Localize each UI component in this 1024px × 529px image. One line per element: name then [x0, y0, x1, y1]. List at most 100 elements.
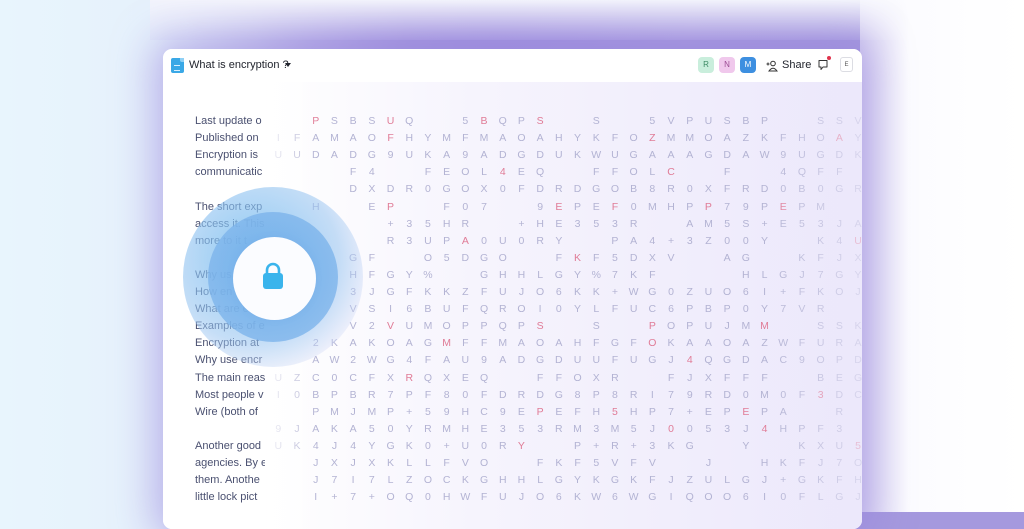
- editor-badge[interactable]: E: [840, 57, 853, 72]
- cipher-char: B: [480, 115, 488, 127]
- avatar[interactable]: R: [698, 57, 714, 73]
- cipher-char: 5: [368, 422, 375, 435]
- comment-icon[interactable]: [818, 59, 830, 71]
- cipher-char: 7: [836, 457, 843, 469]
- cipher-char: F: [368, 268, 376, 281]
- avatar[interactable]: M: [740, 57, 756, 73]
- cipher-char: H: [667, 200, 675, 213]
- avatar[interactable]: N: [719, 57, 735, 73]
- cipher-char: F: [368, 251, 376, 264]
- cipher-char: F: [593, 251, 600, 264]
- cipher-char: B: [742, 115, 750, 127]
- cipher-char: R: [536, 234, 544, 247]
- share-button[interactable]: Share: [782, 59, 811, 71]
- cipher-char: O: [723, 337, 732, 350]
- cipher-char: R: [405, 183, 414, 196]
- cipher-char: L: [387, 474, 394, 487]
- cipher-char: K: [798, 439, 806, 452]
- cipher-char: Z: [742, 132, 750, 145]
- cipher-char: 7: [668, 388, 674, 401]
- cipher-char: K: [817, 286, 825, 298]
- cipher-char: 0: [630, 200, 637, 213]
- cipher-char: A: [480, 149, 488, 162]
- cipher-char: Y: [405, 268, 413, 281]
- cipher-char: K: [854, 320, 862, 333]
- cipher-char: U: [611, 149, 619, 162]
- cipher-char: F: [649, 474, 656, 487]
- cipher-char: O: [536, 491, 545, 504]
- cipher-char: U: [461, 354, 470, 367]
- cipher-char: P: [574, 439, 582, 452]
- add-user-icon[interactable]: [766, 60, 778, 72]
- cipher-char: 6: [406, 303, 413, 316]
- text-line: them. Anothe: [195, 474, 260, 487]
- chevron-down-icon[interactable]: [285, 63, 291, 67]
- cipher-char: 3: [593, 422, 600, 435]
- cipher-char: I: [314, 491, 318, 504]
- cipher-char: V: [648, 457, 656, 469]
- cipher-char: K: [293, 439, 301, 452]
- cipher-char: A: [630, 234, 638, 247]
- cipher-char: 3: [499, 422, 506, 435]
- cipher-char: A: [686, 337, 694, 350]
- cipher-char: F: [798, 337, 806, 350]
- cipher-char: L: [425, 457, 431, 469]
- cipher-char: J: [743, 422, 749, 435]
- cipher-char: +: [406, 405, 413, 418]
- cipher-char: X: [330, 457, 338, 469]
- cipher-char: S: [368, 115, 376, 127]
- cipher-char: U: [442, 303, 451, 316]
- cipher-char: P: [723, 303, 731, 316]
- cipher-char: J: [350, 457, 356, 469]
- cipher-char: P: [592, 388, 600, 401]
- cipher-char: G: [648, 286, 657, 298]
- cipher-char: 5: [518, 422, 525, 435]
- cipher-char: R: [386, 234, 395, 247]
- cipher-char: P: [611, 234, 619, 247]
- cipher-char: J: [761, 474, 768, 487]
- cipher-char: +: [331, 491, 338, 504]
- cipher-char: J: [350, 405, 356, 418]
- cipher-char: Q: [498, 115, 507, 127]
- cipher-char: P: [686, 200, 694, 213]
- cipher-char: A: [349, 337, 357, 350]
- cipher-char: M: [423, 320, 433, 333]
- cipher-char: X: [817, 439, 825, 452]
- cipher-char: F: [424, 166, 432, 179]
- cipher-char: W: [628, 286, 639, 298]
- cipher-char: O: [536, 337, 545, 350]
- cipher-char: W: [778, 337, 789, 350]
- cipher-char: P: [312, 115, 320, 127]
- cipher-char: H: [405, 132, 414, 145]
- cipher-char: B: [349, 115, 357, 127]
- cipher-char: Q: [797, 166, 807, 179]
- cipher-char: 0: [724, 234, 731, 247]
- cipher-char: 9: [742, 200, 749, 213]
- cipher-char: D: [629, 251, 638, 264]
- document-title[interactable]: What is encryption ?: [189, 59, 289, 71]
- cipher-char: U: [498, 491, 507, 504]
- cipher-char: M: [330, 132, 339, 145]
- cipher-char: F: [293, 132, 301, 145]
- cipher-char: 4: [836, 234, 843, 247]
- cipher-char: 0: [387, 422, 394, 435]
- cipher-char: O: [816, 132, 825, 145]
- cipher-char: F: [480, 491, 488, 504]
- cipher-char: 6: [612, 491, 618, 504]
- cipher-char: D: [723, 149, 731, 162]
- cipher-char: 6: [555, 286, 562, 298]
- cipher-char: O: [517, 132, 526, 145]
- cipher-char: 3: [612, 217, 618, 230]
- cipher-char: 8: [574, 388, 581, 401]
- text-line: Published on: [195, 132, 259, 145]
- cipher-char: K: [779, 457, 787, 469]
- cipher-char: K: [424, 286, 432, 298]
- cipher-char: 6: [555, 491, 562, 504]
- cipher-char: 0: [817, 183, 824, 196]
- cipher-char: 6: [742, 286, 749, 298]
- cipher-char: E: [443, 166, 451, 179]
- cipher-char: P: [648, 405, 656, 418]
- cipher-char: G: [853, 371, 862, 384]
- cipher-char: E: [704, 405, 712, 418]
- cipher-char: H: [779, 422, 788, 435]
